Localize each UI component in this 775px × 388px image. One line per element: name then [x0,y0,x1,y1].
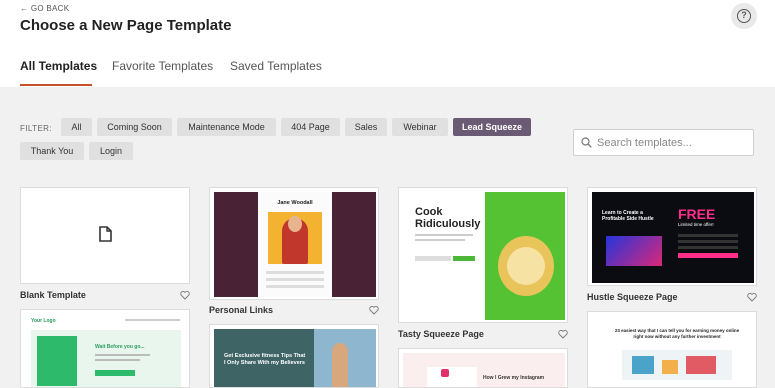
search-input[interactable] [597,136,747,149]
template-card-earning-money[interactable]: 23 easiest way that I can tell you for e… [587,311,757,388]
thumb-image [37,336,77,386]
filter-label: FILTER: [20,124,52,133]
template-thumbnail: 23 easiest way that I can tell you for e… [592,316,754,387]
filter-chip-coming-soon[interactable]: Coming Soon [97,118,172,136]
favorite-heart-icon[interactable] [558,329,568,339]
filter-chip-lead-squeeze[interactable]: Lead Squeeze [453,118,531,136]
filter-chip-sales[interactable]: Sales [345,118,387,136]
search-icon [581,137,592,148]
template-thumbnail: Get Exclusive fitness Tips That I Only S… [214,329,376,387]
favorite-heart-icon[interactable] [369,305,379,315]
thumb-line [415,234,473,236]
template-card-fitness[interactable]: Get Exclusive fitness Tips That I Only S… [209,324,379,388]
thumb-link [266,271,324,274]
active-tab-indicator [20,84,92,86]
template-card-tasty-squeeze[interactable]: Cook Ridiculously [398,187,568,323]
thumb-line [678,246,738,249]
thumb-input [415,256,451,261]
thumb-heading: FREE [678,206,716,222]
template-name: Tasty Squeeze Page [398,329,484,339]
thumb-subheading: Learn to Create a Profitable Side Hustle [602,210,654,222]
thumb-line [95,359,140,361]
thumb-graphic [606,236,662,266]
thumb-line [678,234,738,237]
thumb-heading: 23 easiest way that I can tell you for e… [614,328,740,339]
filter-chip-maintenance-mode[interactable]: Maintenance Mode [177,118,276,136]
template-thumbnail: Cook Ridiculously [403,192,565,320]
favorite-heart-icon[interactable] [180,290,190,300]
template-name: Hustle Squeeze Page [587,292,678,302]
thumb-heading: Cook Ridiculously [415,206,481,230]
filter-chip-webinar[interactable]: Webinar [392,118,448,136]
template-card-wait[interactable]: Your Logo Wait Before you go... [20,309,190,388]
thumb-note: Limited time offer! [678,222,714,227]
instagram-icon [441,369,449,377]
thumb-melon-inner [507,247,545,285]
thumb-card [427,367,477,387]
template-card-blank[interactable] [20,187,190,284]
filter-chip-404-page[interactable]: 404 Page [281,118,340,136]
template-thumbnail: Learn to Create a Profitable Side Hustle… [592,192,754,283]
header: ← GO BACK Choose a New Page Template ? A… [0,0,775,87]
thumb-heading: Get Exclusive fitness Tips That I Only S… [224,353,306,366]
thumb-logo: Your Logo [31,318,56,324]
page-title: Choose a New Page Template [20,17,232,34]
tab-saved-templates[interactable]: Saved Templates [230,59,322,73]
thumb-line [95,354,150,356]
thumb-heading: How I Grew my Instagram [483,375,545,381]
document-icon [99,226,112,242]
thumb-heading: Jane Woodall [277,200,313,206]
template-card-personal-links[interactable]: Jane Woodall [209,187,379,300]
template-name: Personal Links [209,305,274,315]
filter-chip-login[interactable]: Login [89,142,133,160]
question-circle-icon: ? [737,9,751,23]
favorite-heart-icon[interactable] [747,292,757,302]
thumb-button [678,253,738,258]
thumb-heading: Wait Before you go... [95,344,145,350]
thumb-link [266,278,324,281]
thumb-link [266,285,324,288]
filter-chip-all[interactable]: All [61,118,92,136]
tab-all-templates[interactable]: All Templates [20,59,97,73]
thumb-line [415,239,465,241]
template-thumbnail: Your Logo Wait Before you go... [25,314,187,387]
template-card-hustle-squeeze[interactable]: Learn to Create a Profitable Side Hustle… [587,187,757,286]
thumb-person [332,343,348,387]
template-name: Blank Template [20,290,86,300]
thumb-button [453,256,475,261]
thumb-nav [125,319,180,321]
thumb-shape [686,356,716,374]
thumb-line [678,240,738,243]
thumb-face [288,216,302,232]
template-thumbnail: How I Grew my Instagram [403,353,565,387]
tab-favorite-templates[interactable]: Favorite Templates [112,59,213,73]
thumb-button [95,370,135,376]
template-card-instagram[interactable]: How I Grew my Instagram [398,348,568,388]
thumb-shape [632,356,654,374]
go-back-link[interactable]: ← GO BACK [20,4,69,13]
search-box[interactable] [573,129,754,156]
filter-chip-thank-you[interactable]: Thank You [20,142,84,160]
help-button[interactable]: ? [731,3,757,29]
template-thumbnail: Jane Woodall [214,192,376,297]
thumb-shape [662,360,678,374]
